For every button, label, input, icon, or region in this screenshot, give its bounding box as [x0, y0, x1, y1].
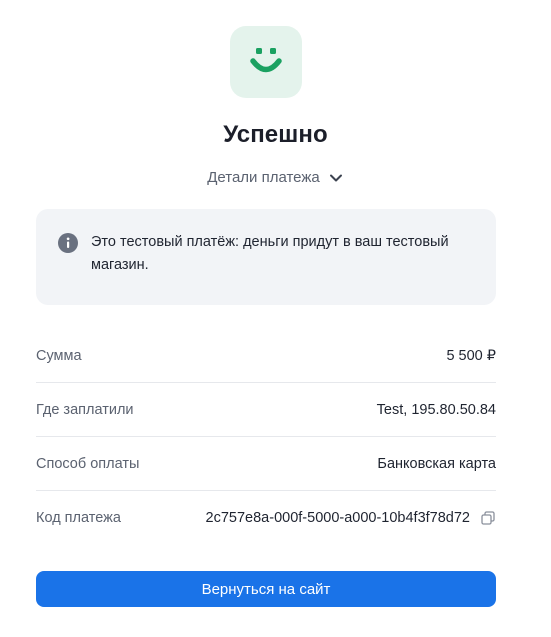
copy-icon[interactable] — [480, 510, 496, 526]
detail-label: Способ оплаты — [36, 455, 140, 472]
return-to-site-button[interactable]: Вернуться на сайт — [36, 571, 496, 607]
notice-text: Это тестовый платёж: деньги придут в ваш… — [91, 234, 449, 273]
payment-code-value: 2c757e8a-000f-5000-a000-10b4f3f78d72 — [205, 510, 470, 526]
app-logo — [230, 26, 302, 98]
detail-value: Test, 195.80.50.84 — [376, 401, 496, 418]
detail-label: Сумма — [36, 347, 82, 364]
payment-details-list: Сумма 5 500 ₽ Где заплатили Test, 195.80… — [36, 329, 496, 545]
detail-row-payment-method: Способ оплаты Банковская карта — [36, 437, 496, 491]
detail-value: 5 500 ₽ — [446, 347, 496, 364]
detail-label: Код платежа — [36, 510, 121, 526]
detail-label: Где заплатили — [36, 401, 134, 418]
status-title: Успешно — [223, 121, 328, 148]
detail-value: Банковская карта — [377, 455, 496, 472]
smiley-icon — [250, 48, 282, 73]
payment-code-group: 2c757e8a-000f-5000-a000-10b4f3f78d72 — [206, 510, 496, 526]
test-payment-notice: Это тестовый платёж: деньги придут в ваш… — [36, 209, 496, 305]
detail-row-amount: Сумма 5 500 ₽ — [36, 329, 496, 383]
detail-row-merchant: Где заплатили Test, 195.80.50.84 — [36, 383, 496, 437]
chevron-down-icon — [328, 170, 344, 186]
payment-details-toggle[interactable]: Детали платежа — [0, 169, 551, 186]
payment-details-label: Детали платежа — [207, 169, 320, 186]
detail-row-payment-code: Код платежа 2c757e8a-000f-5000-a000-10b4… — [36, 491, 496, 545]
info-icon — [58, 233, 78, 253]
